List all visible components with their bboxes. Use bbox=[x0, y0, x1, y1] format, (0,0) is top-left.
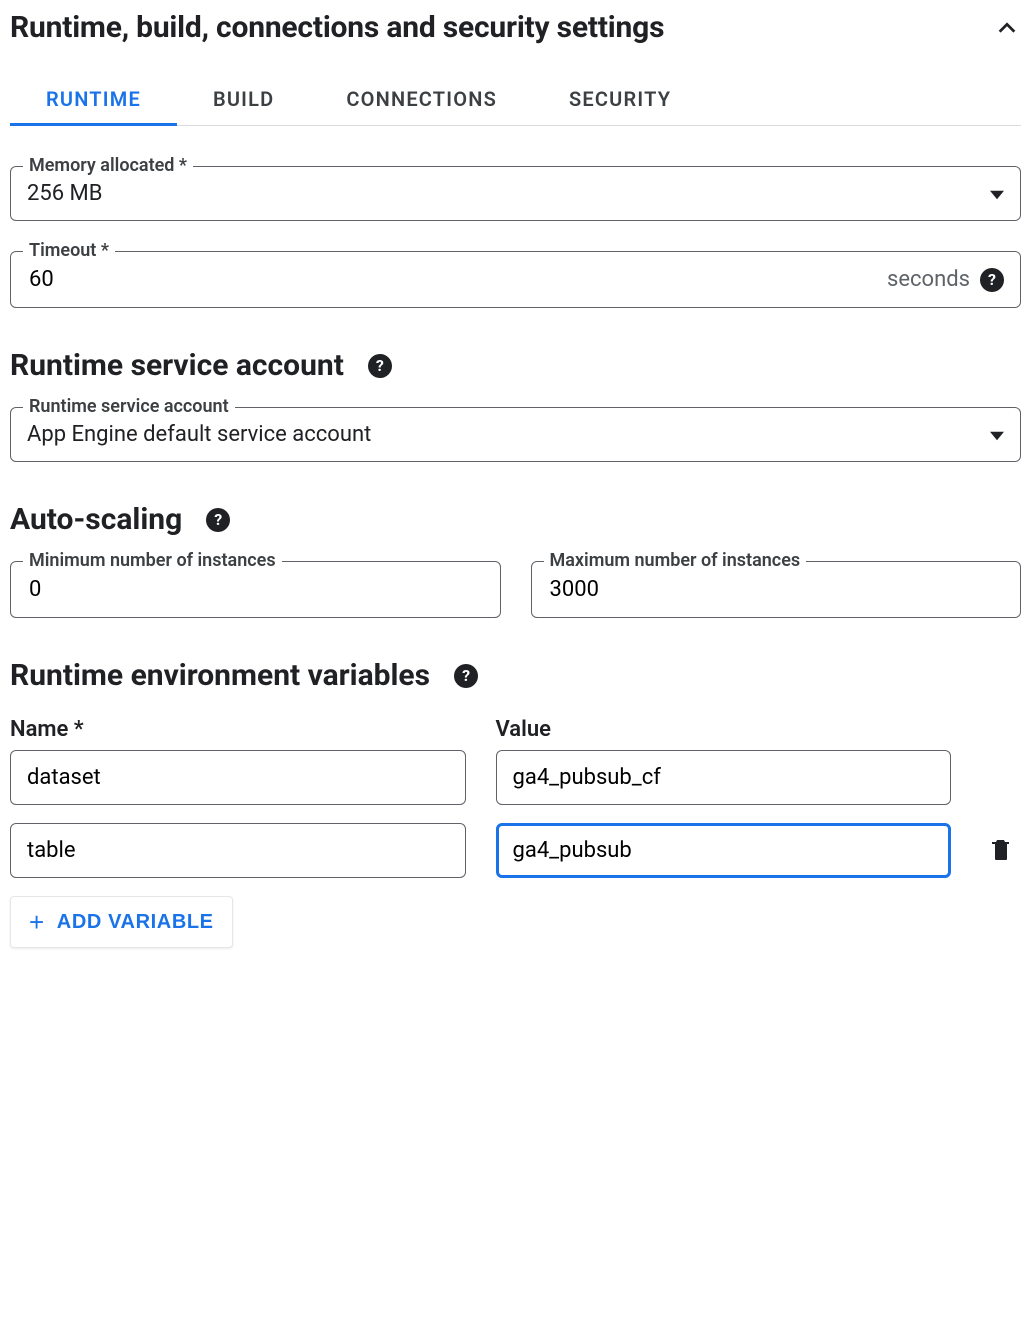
service-account-heading: Runtime service account ? bbox=[10, 348, 1021, 383]
max-instances-input[interactable] bbox=[548, 576, 1005, 603]
env-value-header: Value bbox=[496, 717, 952, 742]
service-account-heading-text: Runtime service account bbox=[10, 348, 344, 383]
tab-connections[interactable]: CONNECTIONS bbox=[310, 75, 533, 126]
timeout-input[interactable] bbox=[27, 266, 877, 293]
env-var-row bbox=[10, 823, 1021, 878]
settings-header[interactable]: Runtime, build, connections and security… bbox=[10, 10, 1021, 45]
tab-security[interactable]: SECURITY bbox=[533, 75, 707, 126]
trash-icon[interactable] bbox=[989, 836, 1013, 866]
min-instances-field: Minimum number of instances bbox=[10, 561, 501, 618]
section-title: Runtime, build, connections and security… bbox=[10, 10, 664, 45]
max-instances-field: Maximum number of instances bbox=[531, 561, 1022, 618]
min-instances-label: Minimum number of instances bbox=[23, 550, 282, 571]
autoscaling-heading: Auto-scaling ? bbox=[10, 502, 1021, 537]
env-name-header: Name * bbox=[10, 717, 466, 742]
tab-runtime[interactable]: RUNTIME bbox=[10, 75, 177, 126]
timeout-label: Timeout * bbox=[23, 240, 115, 261]
help-icon[interactable]: ? bbox=[206, 508, 230, 532]
max-instances-label: Maximum number of instances bbox=[544, 550, 807, 571]
chevron-up-icon[interactable] bbox=[993, 14, 1021, 42]
env-vars-heading: Runtime environment variables ? bbox=[10, 658, 1021, 693]
env-var-row bbox=[10, 750, 1021, 805]
add-variable-button[interactable]: + ADD VARIABLE bbox=[10, 896, 233, 948]
dropdown-arrow-icon bbox=[990, 422, 1004, 447]
env-vars-heading-text: Runtime environment variables bbox=[10, 658, 430, 693]
service-account-value: App Engine default service account bbox=[27, 422, 371, 447]
help-icon[interactable]: ? bbox=[980, 268, 1004, 292]
tab-build[interactable]: BUILD bbox=[177, 75, 310, 126]
env-name-input[interactable] bbox=[10, 750, 466, 805]
timeout-field: Timeout * seconds ? bbox=[10, 251, 1021, 308]
service-account-select[interactable]: Runtime service account App Engine defau… bbox=[10, 407, 1021, 462]
help-icon[interactable]: ? bbox=[368, 354, 392, 378]
memory-label: Memory allocated * bbox=[23, 155, 193, 176]
memory-value: 256 MB bbox=[27, 181, 102, 206]
timeout-suffix: seconds bbox=[887, 267, 970, 292]
memory-allocated-select[interactable]: Memory allocated * 256 MB bbox=[10, 166, 1021, 221]
help-icon[interactable]: ? bbox=[454, 664, 478, 688]
tab-bar: RUNTIME BUILD CONNECTIONS SECURITY bbox=[10, 75, 1021, 126]
add-variable-label: ADD VARIABLE bbox=[57, 911, 214, 934]
env-vars-section: Name * Value + ADD VARIABLE bbox=[10, 717, 1021, 948]
env-value-input[interactable] bbox=[496, 823, 952, 878]
min-instances-input[interactable] bbox=[27, 576, 484, 603]
env-name-input[interactable] bbox=[10, 823, 466, 878]
plus-icon: + bbox=[29, 909, 45, 935]
autoscaling-heading-text: Auto-scaling bbox=[10, 502, 182, 537]
dropdown-arrow-icon bbox=[990, 181, 1004, 206]
env-value-input[interactable] bbox=[496, 750, 952, 805]
service-account-field-label: Runtime service account bbox=[23, 396, 235, 417]
